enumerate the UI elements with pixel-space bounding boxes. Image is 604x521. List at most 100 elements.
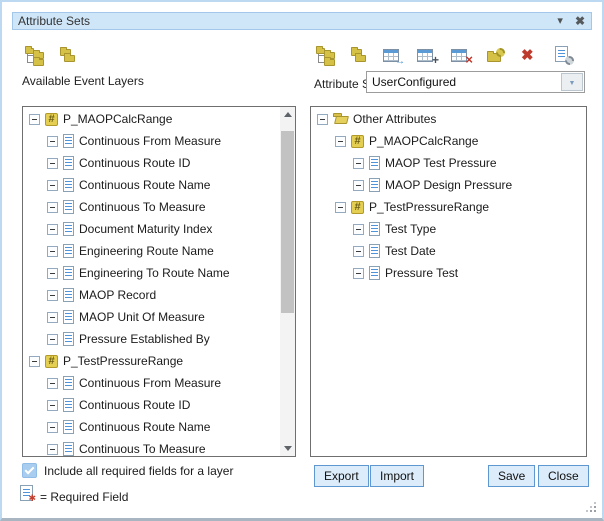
expander-minus-icon[interactable]: [29, 114, 40, 125]
tree-item[interactable]: Continuous To Measure: [23, 196, 280, 218]
folder-tree-icon[interactable]: [315, 45, 335, 65]
tree-item[interactable]: Test Type: [311, 218, 586, 240]
tree-item[interactable]: MAOP Test Pressure: [311, 152, 586, 174]
table-export-icon[interactable]: [383, 45, 403, 65]
folders-icon[interactable]: [349, 45, 369, 65]
expander-minus-icon[interactable]: [353, 268, 364, 279]
scroll-up-icon[interactable]: [280, 107, 295, 122]
tree-item[interactable]: Document Maturity Index: [23, 218, 280, 240]
tree-item-label: Test Type: [385, 222, 436, 236]
field-icon: [63, 310, 74, 324]
expander-minus-icon[interactable]: [47, 312, 58, 323]
tree-item[interactable]: Pressure Test: [311, 262, 586, 284]
expander-minus-icon[interactable]: [335, 136, 346, 147]
field-icon: [63, 200, 74, 214]
delete-x-icon[interactable]: [519, 45, 539, 65]
tree-item[interactable]: MAOP Design Pressure: [311, 174, 586, 196]
tree-item-label: Continuous Route ID: [79, 398, 190, 412]
tree-item[interactable]: Continuous To Measure: [23, 438, 280, 456]
attribute-set-panel: Other Attributes P_MAOPCalcRange MAOP Test…: [310, 106, 587, 457]
expander-minus-icon[interactable]: [47, 136, 58, 147]
expander-minus-icon[interactable]: [353, 180, 364, 191]
tree-item[interactable]: P_TestPressureRange: [23, 350, 280, 372]
field-icon: [63, 332, 74, 346]
available-layers-panel: P_MAOPCalcRange Continuous From Measure Co…: [22, 106, 296, 457]
tree-item-label: Engineering To Route Name: [79, 266, 230, 280]
tree-item[interactable]: Continuous From Measure: [23, 130, 280, 152]
required-field-icon: [20, 485, 33, 501]
expander-minus-icon[interactable]: [47, 268, 58, 279]
tree-item-label: P_MAOPCalcRange: [63, 112, 172, 126]
expander-minus-icon[interactable]: [29, 356, 40, 367]
chevron-down-icon[interactable]: [561, 73, 583, 91]
expander-minus-icon[interactable]: [47, 400, 58, 411]
dock-caret-icon[interactable]: ▾: [557, 14, 563, 28]
tree-item[interactable]: Continuous Route Name: [23, 416, 280, 438]
expander-minus-icon[interactable]: [47, 422, 58, 433]
layer-icon: [45, 113, 58, 126]
field-icon: [63, 222, 74, 236]
available-event-layers-label: Available Event Layers: [22, 74, 144, 88]
tree-item[interactable]: Other Attributes: [311, 108, 586, 130]
export-button[interactable]: Export: [314, 465, 369, 487]
folders-icon[interactable]: [58, 45, 78, 65]
tree-item-label: Other Attributes: [353, 112, 436, 126]
expander-minus-icon[interactable]: [353, 158, 364, 169]
file-gear-icon[interactable]: [553, 45, 573, 65]
scrollbar-thumb[interactable]: [281, 131, 294, 313]
tree-item[interactable]: Continuous From Measure: [23, 372, 280, 394]
tree-item[interactable]: P_TestPressureRange: [311, 196, 586, 218]
field-icon: [63, 398, 74, 412]
scroll-down-icon[interactable]: [280, 441, 295, 456]
expander-minus-icon[interactable]: [47, 224, 58, 235]
tree-item[interactable]: P_MAOPCalcRange: [311, 130, 586, 152]
field-icon: [63, 244, 74, 258]
tree-item-label: Continuous Route ID: [79, 156, 190, 170]
close-button[interactable]: Close: [538, 465, 589, 487]
expander-minus-icon[interactable]: [47, 246, 58, 257]
table-add-icon[interactable]: [417, 45, 437, 65]
expander-minus-icon[interactable]: [47, 180, 58, 191]
field-icon: [63, 178, 74, 192]
tree-item[interactable]: Continuous Route ID: [23, 152, 280, 174]
tree-item-label: Continuous To Measure: [79, 200, 206, 214]
expander-minus-icon[interactable]: [47, 378, 58, 389]
expander-minus-icon[interactable]: [353, 246, 364, 257]
tree-item[interactable]: Engineering To Route Name: [23, 262, 280, 284]
expander-minus-icon[interactable]: [317, 114, 328, 125]
expander-minus-icon[interactable]: [47, 158, 58, 169]
import-button[interactable]: Import: [370, 465, 424, 487]
titlebar: Attribute Sets ▾ ✖: [12, 12, 592, 30]
tree-item-label: Continuous To Measure: [79, 442, 206, 456]
tree-item[interactable]: Continuous Route Name: [23, 174, 280, 196]
folder-tree-icon[interactable]: [24, 45, 44, 65]
tree-item[interactable]: Engineering Route Name: [23, 240, 280, 262]
table-remove-icon[interactable]: [451, 45, 471, 65]
expander-minus-icon[interactable]: [47, 444, 58, 455]
close-icon[interactable]: ✖: [575, 14, 585, 28]
vertical-scrollbar[interactable]: [280, 107, 295, 456]
folder-gear-icon[interactable]: [485, 45, 505, 65]
tree-item-label: P_MAOPCalcRange: [369, 134, 478, 148]
tree-item[interactable]: P_MAOPCalcRange: [23, 108, 280, 130]
tree-item[interactable]: Test Date: [311, 240, 586, 262]
attribute-set-combobox[interactable]: UserConfigured: [366, 71, 585, 93]
layer-icon: [351, 201, 364, 214]
expander-minus-icon[interactable]: [47, 202, 58, 213]
field-icon: [369, 156, 380, 170]
tree-item[interactable]: MAOP Record: [23, 284, 280, 306]
resize-grip[interactable]: [594, 510, 596, 512]
tree-item-label: Continuous Route Name: [79, 420, 210, 434]
tree-item-label: P_TestPressureRange: [369, 200, 489, 214]
field-icon: [63, 134, 74, 148]
expander-minus-icon[interactable]: [353, 224, 364, 235]
expander-minus-icon[interactable]: [335, 202, 346, 213]
tree-item[interactable]: MAOP Unit Of Measure: [23, 306, 280, 328]
expander-minus-icon[interactable]: [47, 334, 58, 345]
tree-item[interactable]: Pressure Established By: [23, 328, 280, 350]
save-button[interactable]: Save: [488, 465, 535, 487]
include-required-fields-checkbox[interactable]: [22, 463, 37, 478]
tree-item[interactable]: Continuous Route ID: [23, 394, 280, 416]
field-icon: [369, 266, 380, 280]
expander-minus-icon[interactable]: [47, 290, 58, 301]
